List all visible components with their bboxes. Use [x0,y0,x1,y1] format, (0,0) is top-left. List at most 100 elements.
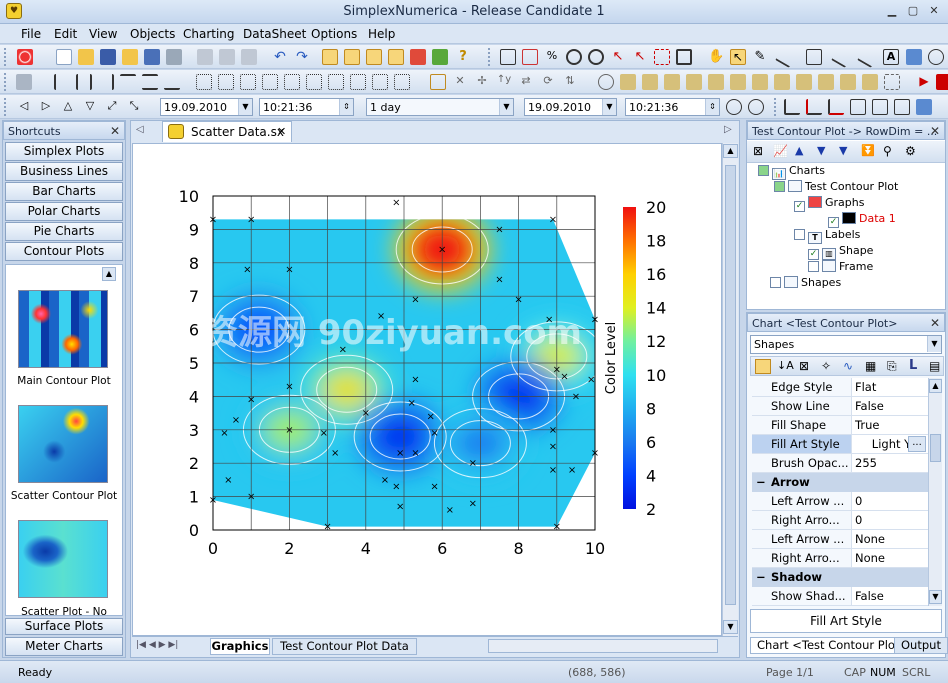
grid-icon[interactable] [500,49,516,65]
paste-icon[interactable] [241,49,257,65]
vertical-scrollbar[interactable]: ▲ ▼ [722,143,738,636]
date-end-field[interactable]: 19.09.2010 ▼ [524,98,617,116]
arrow-select-icon[interactable]: ↖ [730,49,746,65]
move-bottom-icon[interactable]: ▼ [839,144,847,157]
forward-icon[interactable] [730,74,746,90]
expand-icon[interactable]: ⤢ [104,99,120,115]
image-tool-icon[interactable] [906,49,922,65]
collapse-icon[interactable]: − [756,568,766,586]
toolbar-grip-5[interactable] [774,98,778,116]
collapse-icon[interactable]: − [756,473,766,491]
property-value[interactable]: None [851,530,928,548]
property-category[interactable]: − Arrow [752,473,928,492]
pencil-icon[interactable]: ✎ [752,49,768,65]
binoculars-icon[interactable]: ⚲ [883,144,892,158]
properties-scrollbar[interactable]: ▲ ▼ [928,378,942,606]
space-v-icon[interactable] [218,74,234,90]
toolbar-grip-2[interactable] [488,48,492,66]
tree-item-data1[interactable]: ✓ Data 1 [828,211,896,228]
new-icon[interactable]: ✧ [821,359,831,373]
play-icon[interactable]: ▶ [916,74,932,90]
checkbox[interactable] [770,277,781,288]
time-start-field[interactable]: 10:21:36 ⇕ [259,98,354,116]
cylinder-icon[interactable] [928,49,944,65]
open-folder-icon[interactable] [78,49,94,65]
close-icon[interactable]: ✕ [930,316,940,330]
close-icon[interactable]: ✕ [110,124,120,138]
align-top-icon[interactable] [120,74,136,90]
property-row[interactable]: Show Shad... False [752,587,928,606]
tree-item-shape[interactable]: ✓ ▥ Shape [808,243,873,260]
chevron-down-icon[interactable]: ▼ [499,99,513,115]
tab-chart-properties[interactable]: Chart <Test Contour Plot> [750,637,917,654]
property-row[interactable]: Right Arro... None [752,549,928,568]
move-up-icon[interactable]: ▲ [795,144,803,157]
menu-options[interactable]: Options [311,27,357,41]
copy-icon[interactable] [219,49,235,65]
property-value[interactable]: 255 [851,454,928,472]
minimize-icon[interactable]: ▁ [884,4,900,18]
property-row[interactable]: Left Arrow ... 0 [752,492,928,511]
scroll-up-icon[interactable]: ▲ [102,267,116,281]
shortcut-bar-charts[interactable]: Bar Charts [5,182,123,201]
fit-icon[interactable]: ⊠ [799,359,809,373]
property-value[interactable]: 0 [851,511,928,529]
checkbox[interactable]: ✓ [794,201,805,212]
move-down-icon[interactable] [664,74,680,90]
horizontal-scrollbar[interactable] [488,639,718,653]
percent-icon[interactable]: % [544,49,560,65]
stack5-icon[interactable] [862,74,878,90]
distribute-icon[interactable] [350,74,366,90]
scroll-up-icon[interactable]: ▲ [929,379,942,393]
rotate-icon[interactable]: ⟳ [540,74,556,90]
stop-icon[interactable] [936,74,948,90]
mirror-icon[interactable]: ⇅ [562,74,578,90]
dashed-box-icon[interactable] [884,74,900,90]
property-value[interactable]: False [851,587,928,605]
chart-canvas[interactable]: × × × × × × × × × × × × × × × × × × × × × × × × × × × × × × × × × × × × × × × ×… [132,143,722,636]
layers-icon[interactable] [432,49,448,65]
scroll-up-icon[interactable]: ▲ [723,144,738,158]
maximize-icon[interactable]: ▢ [905,4,921,18]
chevron-down-icon[interactable]: ▼ [238,99,252,115]
center-h-icon[interactable] [306,74,322,90]
center-v-icon[interactable] [328,74,344,90]
next-icon[interactable]: ▷ [38,99,54,115]
chart-layout-icon[interactable] [344,49,360,65]
same-size-icon[interactable] [284,74,300,90]
align-center-icon[interactable] [76,74,92,90]
thumb-main-contour[interactable] [18,290,108,368]
hatch-icon[interactable]: ▦ [865,359,876,373]
menu-view[interactable]: View [89,27,117,41]
select-rect-icon[interactable] [654,49,670,65]
spinner-icon[interactable]: ⇕ [339,99,353,115]
menu-edit[interactable]: Edit [54,27,77,41]
property-row[interactable]: Fill Art Style Light Y [752,435,928,454]
stack3-icon[interactable] [818,74,834,90]
clock-icon[interactable] [726,99,742,115]
range-select[interactable]: 1 day ▼ [366,98,514,116]
space-h-icon[interactable] [196,74,212,90]
fit-icon[interactable]: ⊠ [753,144,763,158]
x-axis-icon[interactable] [828,99,844,115]
scroll-down-icon[interactable]: ▼ [723,620,738,634]
zoom-out-icon[interactable] [588,49,604,65]
line-icon[interactable] [775,46,797,68]
axis-icon[interactable] [784,99,800,115]
toolbar-grip-4[interactable] [4,98,8,116]
tree-item-shapes[interactable]: Shapes [770,275,841,291]
toolbar-grip-3[interactable] [4,73,8,91]
legend-icon[interactable] [872,99,888,115]
pointer-plus-icon[interactable]: ↖ [610,49,626,65]
layout-icon[interactable] [322,49,338,65]
stack4-icon[interactable] [840,74,856,90]
save-as-icon[interactable] [144,49,160,65]
time-end-field[interactable]: 10:21:36 ⇕ [625,98,720,116]
menu-help[interactable]: Help [368,27,395,41]
record-icon[interactable] [17,49,33,65]
checkbox[interactable] [794,229,805,240]
property-value[interactable]: 0 [851,492,928,510]
property-row[interactable]: Brush Opac... 255 [752,454,928,473]
stack-icon[interactable] [774,74,790,90]
label-icon[interactable]: L [909,358,917,373]
